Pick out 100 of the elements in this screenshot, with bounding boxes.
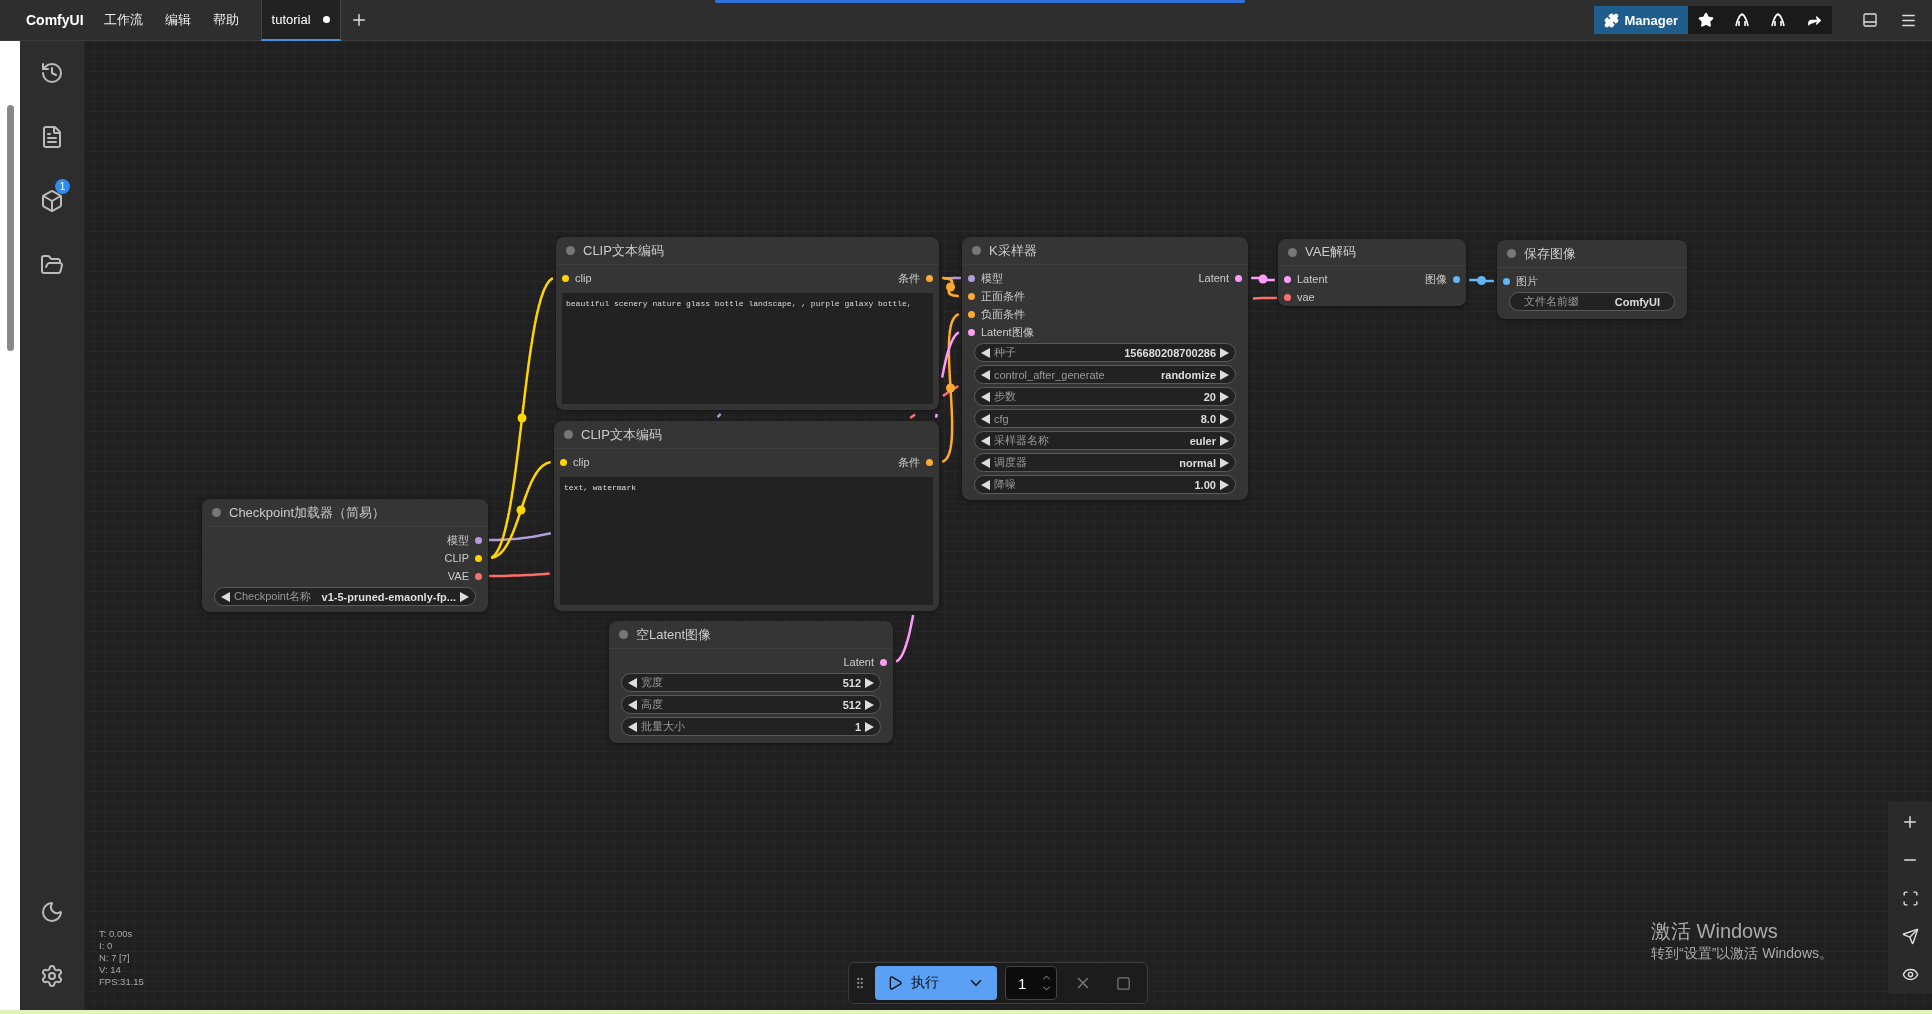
node-card[interactable]: CLIP文本编码 clip 条件 text, watermark: [554, 421, 939, 611]
output-slot-icon[interactable]: [926, 458, 933, 466]
combo-widget[interactable]: Checkpoint名称 v1-5-pruned-emaonly-fp...: [214, 587, 476, 606]
arrow-right-icon[interactable]: [1220, 391, 1229, 402]
link-wire[interactable]: [1468, 276, 1495, 285]
cube-icon[interactable]: [40, 189, 64, 213]
combo-widget[interactable]: 调度器 normal: [974, 453, 1236, 472]
output-slot-icon[interactable]: [1235, 274, 1242, 282]
arrow-right-icon[interactable]: [460, 591, 469, 602]
arrow-left-icon[interactable]: [628, 699, 637, 710]
node-card[interactable]: 空Latent图像 Latent 宽度 512 高度 512 批量大小 1: [609, 621, 893, 743]
number-widget[interactable]: 批量大小 1: [621, 717, 881, 736]
document-icon[interactable]: [40, 125, 64, 149]
arrow-left-icon[interactable]: [981, 369, 990, 380]
puzzle-icon[interactable]: [1603, 12, 1619, 28]
link-wire[interactable]: [1252, 296, 1277, 300]
prompt-field[interactable]: beautiful scenery nature glass bottle landscape, , purple galaxy bottle,: [562, 293, 933, 404]
link-wire[interactable]: [895, 614, 915, 663]
arrow-right-icon[interactable]: [865, 699, 874, 710]
arrow-left-icon[interactable]: [981, 391, 990, 402]
manager-button[interactable]: Manager: [1593, 6, 1688, 34]
arrow-right-icon[interactable]: [1220, 435, 1229, 446]
input-slot-icon[interactable]: [560, 458, 567, 466]
arrow-right-icon[interactable]: [1220, 347, 1229, 358]
link-wire[interactable]: [489, 572, 550, 578]
node-card[interactable]: VAE解码 Latent 图像 vae: [1278, 239, 1466, 306]
arrow-right-icon[interactable]: [865, 721, 874, 732]
output-slot-icon[interactable]: [926, 274, 933, 282]
number-widget[interactable]: 步数 20: [974, 387, 1236, 406]
prompt-field[interactable]: text, watermark: [560, 477, 933, 605]
arrow-left-icon[interactable]: [628, 677, 637, 688]
node-card[interactable]: CLIP文本编码 clip 条件 beautiful scenery nature glass bottle landscape, , purple galaxy bottle,: [556, 237, 939, 410]
run-button[interactable]: 执行: [875, 966, 997, 1000]
output-slot-icon[interactable]: [475, 554, 482, 562]
input-slot-icon[interactable]: [968, 274, 975, 282]
collapse-dot-icon[interactable]: [212, 508, 221, 517]
arrow-right-icon[interactable]: [1220, 479, 1229, 490]
link-wire[interactable]: [489, 532, 552, 542]
node-card[interactable]: Checkpoint加载器（简易） 模型 CLIP VAE Checkpoint名称 v1-5-pruned-emaonly-fp...: [202, 499, 488, 612]
node-card[interactable]: K采样器 模型 Latent 正面条件 负面条件 Latent图像 种子 156680208700286 control_after_generate randomize 步数 20 cfg 8.0 采样器名称 euler 调度器 normal 降噪 1.00: [962, 237, 1248, 500]
input-slot-icon[interactable]: [1284, 293, 1291, 301]
arrow-right-icon[interactable]: [865, 677, 874, 688]
fit-view-icon[interactable]: [1901, 889, 1919, 907]
collapse-dot-icon[interactable]: [564, 430, 573, 439]
collapse-dot-icon[interactable]: [566, 246, 575, 255]
zoom-in-icon[interactable]: [1901, 813, 1919, 831]
output-slot-icon[interactable]: [1453, 275, 1460, 283]
output-slot-icon[interactable]: [475, 536, 482, 544]
input-slot-icon[interactable]: [968, 310, 975, 318]
star-icon[interactable]: [1698, 12, 1714, 28]
graph-icon[interactable]: [1770, 12, 1786, 28]
node-card[interactable]: 保存图像 图片 文件名前缀 ComfyUI: [1497, 240, 1687, 319]
arrow-left-icon[interactable]: [981, 413, 990, 424]
number-widget[interactable]: cfg 8.0: [974, 409, 1236, 428]
number-widget[interactable]: 宽度 512: [621, 673, 881, 692]
collapse-dot-icon[interactable]: [1288, 247, 1297, 257]
send-icon[interactable]: [1901, 927, 1919, 945]
link-wire[interactable]: [934, 413, 938, 418]
collapse-dot-icon[interactable]: [619, 630, 628, 639]
graph-icon[interactable]: [1734, 12, 1750, 28]
square-icon[interactable]: [1115, 975, 1131, 991]
arrow-left-icon[interactable]: [981, 479, 990, 490]
input-slot-icon[interactable]: [562, 274, 569, 282]
arrow-left-icon[interactable]: [981, 435, 990, 446]
arrow-right-icon[interactable]: [1220, 457, 1229, 468]
arrow-left-icon[interactable]: [981, 347, 990, 358]
output-slot-icon[interactable]: [880, 658, 887, 666]
text-widget[interactable]: 文件名前缀 ComfyUI: [1509, 292, 1675, 311]
number-widget[interactable]: 高度 512: [621, 695, 881, 714]
moon-icon[interactable]: [40, 900, 64, 924]
link-wire[interactable]: [941, 313, 960, 463]
panel-icon[interactable]: [1862, 12, 1878, 28]
combo-widget[interactable]: 采样器名称 euler: [974, 431, 1236, 450]
workflow-tab[interactable]: tutorial: [260, 0, 341, 41]
arrow-left-icon[interactable]: [981, 457, 990, 468]
output-slot-icon[interactable]: [475, 572, 482, 580]
folder-icon[interactable]: [40, 253, 64, 277]
link-wire[interactable]: [909, 413, 916, 419]
menu-item[interactable]: 帮助: [212, 11, 239, 29]
number-widget[interactable]: 降噪 1.00: [974, 475, 1236, 494]
link-wire[interactable]: [940, 331, 960, 378]
arrow-right-icon[interactable]: [1220, 369, 1229, 380]
collapse-dot-icon[interactable]: [972, 246, 981, 255]
play-icon[interactable]: [887, 975, 903, 991]
combo-widget[interactable]: control_after_generate randomize: [974, 365, 1236, 384]
arrow-right-icon[interactable]: [1220, 413, 1229, 424]
menu-item[interactable]: 工作流: [103, 11, 143, 29]
link-wire[interactable]: [716, 413, 722, 419]
menu-item[interactable]: 编辑: [164, 11, 191, 29]
scrollbar-thumb[interactable]: [6, 105, 14, 351]
input-slot-icon[interactable]: [968, 292, 975, 300]
link-wire[interactable]: [941, 276, 960, 298]
batch-count-field[interactable]: 1: [1005, 966, 1057, 1000]
link-wire[interactable]: [1250, 274, 1276, 284]
arrow-left-icon[interactable]: [628, 721, 637, 732]
history-icon[interactable]: [40, 61, 64, 85]
input-slot-icon[interactable]: [1284, 275, 1291, 283]
number-widget[interactable]: 种子 156680208700286: [974, 343, 1236, 362]
settings-icon[interactable]: [40, 964, 64, 988]
link-wire[interactable]: [942, 384, 960, 397]
